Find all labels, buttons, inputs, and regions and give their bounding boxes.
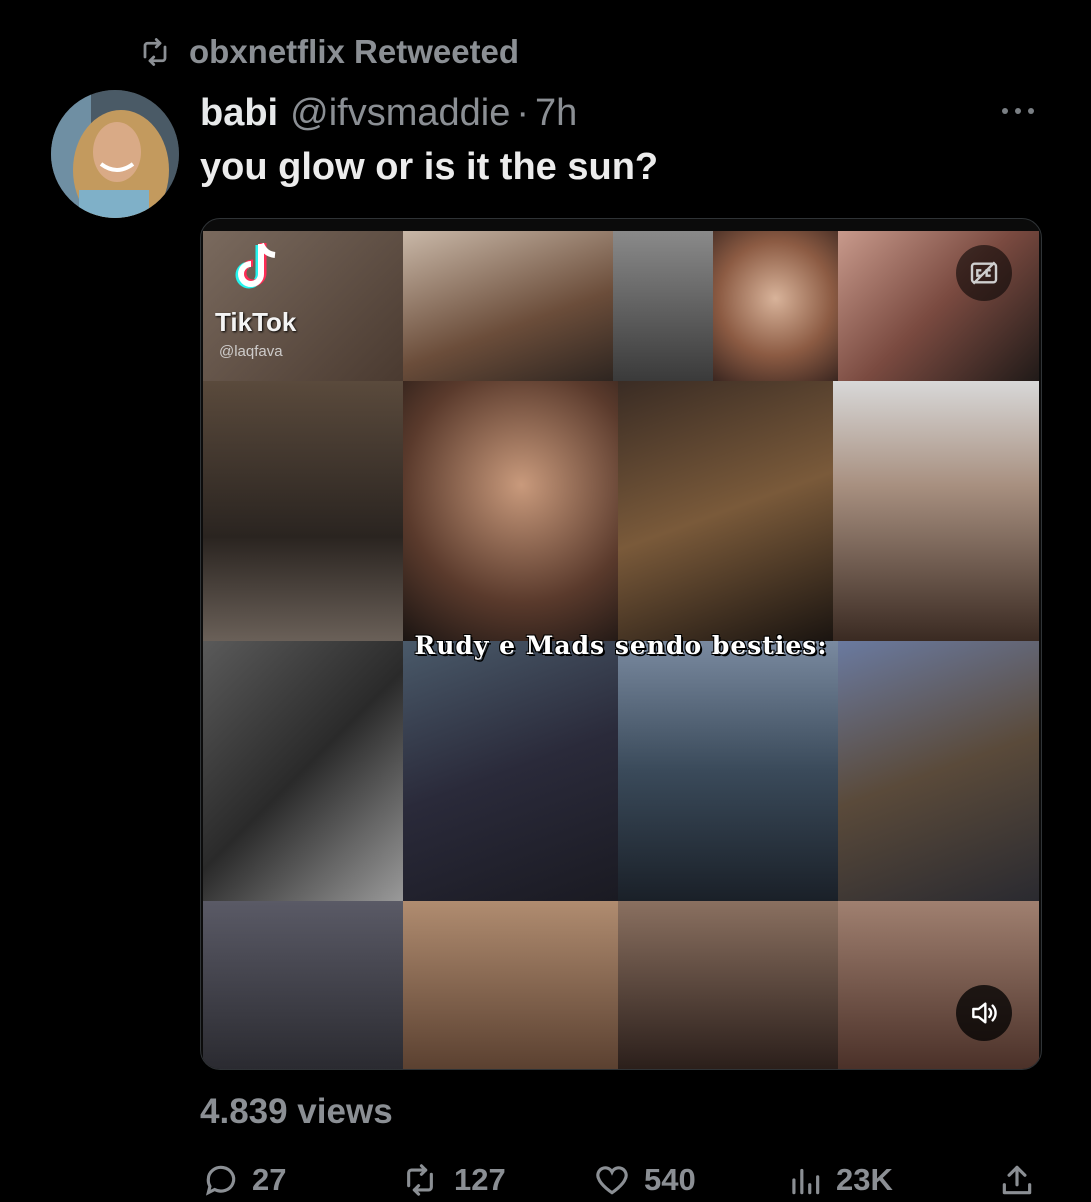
retweet-label: obxnetflix Retweeted xyxy=(189,33,520,70)
retweet-icon xyxy=(143,38,167,66)
tiktok-username: @laqfava xyxy=(219,343,283,360)
share-icon xyxy=(1002,1165,1032,1195)
like-button[interactable]: 540 xyxy=(592,1158,696,1202)
like-count: 540 xyxy=(644,1162,696,1197)
tweet-text: you glow or is it the sun? xyxy=(200,146,659,188)
captions-off-icon xyxy=(970,261,998,285)
avatar[interactable] xyxy=(51,90,179,218)
reply-count: 27 xyxy=(252,1162,287,1197)
author-name[interactable]: babi xyxy=(200,92,278,135)
share-button[interactable] xyxy=(998,1158,1036,1202)
more-icon xyxy=(1002,108,1034,114)
retweet-count: 127 xyxy=(454,1162,506,1197)
tiktok-watermark: TikTok xyxy=(215,307,297,337)
retweet-icon xyxy=(407,1164,433,1196)
video-player[interactable]: TikTok @laqfava Rudy e Mads sendo bestie… xyxy=(200,218,1042,1070)
tiktok-logo: TikTok @laqfava xyxy=(209,239,369,379)
volume-icon xyxy=(972,1002,997,1024)
volume-button[interactable] xyxy=(956,985,1012,1041)
tiktok-icon xyxy=(235,242,276,289)
tweet-header: babi @ifvsmaddie · 7h xyxy=(200,88,577,138)
bar-chart-icon xyxy=(792,1168,820,1195)
views-count: 23K xyxy=(836,1162,893,1197)
retweet-button[interactable]: 127 xyxy=(398,1158,506,1202)
retweet-banner[interactable]: obxnetflix Retweeted xyxy=(135,30,519,74)
reply-button[interactable]: 27 xyxy=(202,1158,286,1202)
separator-dot: · xyxy=(516,91,529,134)
author-handle[interactable]: @ifvsmaddie xyxy=(290,92,510,135)
more-options-button[interactable] xyxy=(998,94,1038,128)
views-button[interactable]: 23K xyxy=(786,1158,893,1202)
view-count: 4.839 views xyxy=(200,1092,393,1131)
heart-icon xyxy=(596,1166,628,1195)
tweet-timestamp[interactable]: 7h xyxy=(535,92,577,135)
captions-toggle-button[interactable] xyxy=(956,245,1012,301)
video-caption: Rudy e Mads sendo besties: xyxy=(414,631,828,660)
video-collage: TikTok @laqfava Rudy e Mads sendo bestie… xyxy=(203,231,1039,1069)
reply-icon xyxy=(205,1165,236,1196)
